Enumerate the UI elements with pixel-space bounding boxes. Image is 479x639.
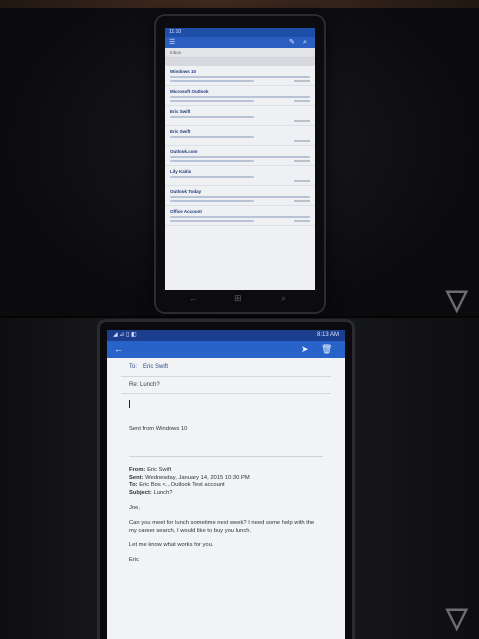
- from-value: Eric Swift: [147, 467, 172, 473]
- subject-field[interactable]: Re: Lunch?: [121, 377, 331, 394]
- to-value: Eric Bos <...Outlook Test account: [139, 482, 225, 489]
- inbox-item-2[interactable]: Microsoft Outlook: [165, 86, 315, 106]
- to-label: To:: [129, 482, 138, 489]
- item-date: [294, 120, 310, 122]
- phone-compose: ◢ ⊿ ▯ ◧ 8:13 AM ← ➤ 🗑 To: Eric Swift Re:…: [100, 322, 352, 639]
- inbox-item-5[interactable]: Outlook.com: [165, 146, 315, 166]
- watermark-logo-icon: ▽: [446, 602, 468, 633]
- phone-inbox: 11:10 ☰ ✎ ⌕ Inbox Windows 10 Microsoft O…: [156, 16, 324, 312]
- item-date: [294, 220, 310, 222]
- sender-name: Eric Swift: [170, 109, 191, 114]
- item-date: [294, 80, 310, 82]
- back-arrow-icon[interactable]: ←: [114, 345, 123, 354]
- signal-icon: ◢ ⊿ ▯ ◧: [113, 332, 137, 338]
- sender-name: Office Account: [170, 209, 202, 214]
- status-bar: 11:10: [165, 28, 315, 37]
- sent-label: Sent:: [129, 474, 144, 481]
- preview-line: [170, 200, 254, 202]
- preview-line: [170, 116, 254, 118]
- compose-screen: ◢ ⊿ ▯ ◧ 8:13 AM ← ➤ 🗑 To: Eric Swift Re:…: [107, 330, 345, 639]
- compose-app-bar: ← ➤ 🗑: [107, 341, 345, 358]
- preview-line: [170, 196, 310, 198]
- preview-line: [170, 156, 310, 158]
- from-label: From:: [129, 467, 146, 473]
- search-icon[interactable]: ⌕: [303, 39, 307, 46]
- top-photo: 11:10 ☰ ✎ ⌕ Inbox Windows 10 Microsoft O…: [0, 0, 479, 318]
- send-icon[interactable]: ➤: [301, 345, 309, 354]
- quoted-body-paragraph: Can you meet for lunch sometime next wee…: [129, 519, 315, 534]
- preview-line: [170, 136, 254, 138]
- to-recipient: Eric Swift: [143, 364, 169, 370]
- preview-line: [170, 220, 254, 222]
- to-label: To:: [129, 364, 138, 370]
- quoted-header: From: Eric Swift Sent: Wednesday, Januar…: [107, 457, 345, 497]
- windows-icon[interactable]: ⊞: [234, 294, 242, 303]
- phone-nav-bar: ← ⊞ ⌕: [165, 292, 315, 306]
- subject-label: Subject:: [129, 489, 152, 496]
- inbox-app-bar: ☰ ✎ ⌕: [165, 37, 315, 48]
- preview-line: [170, 96, 310, 98]
- sent-value: Wednesday, January 14, 2015 10:30 PM: [145, 474, 250, 481]
- delete-icon[interactable]: 🗑: [321, 345, 332, 354]
- folder-filter-bar: [165, 58, 315, 66]
- preview-line: [170, 100, 254, 102]
- quoted-sent-row: Sent: Wednesday, January 14, 2015 10:30 …: [129, 475, 323, 483]
- to-field[interactable]: To: Eric Swift: [121, 358, 331, 377]
- inbox-item-3[interactable]: Eric Swift: [165, 106, 315, 126]
- text-caret: [129, 400, 130, 408]
- preview-line: [170, 216, 310, 218]
- quoted-to-row: To: Eric Bos <...Outlook Test account: [129, 482, 323, 490]
- item-date: [294, 100, 310, 102]
- hamburger-icon[interactable]: ☰: [169, 39, 175, 46]
- bottom-photo: ◢ ⊿ ▯ ◧ 8:13 AM ← ➤ 🗑 To: Eric Swift Re:…: [0, 318, 479, 639]
- inbox-item-6[interactable]: Lily Kaitis: [165, 166, 315, 186]
- item-date: [294, 180, 310, 182]
- sender-name: Microsoft Outlook: [170, 89, 209, 94]
- quoted-body-paragraph: Let me know what works for you.: [129, 542, 214, 549]
- status-time: 8:13 AM: [316, 332, 339, 338]
- search-icon[interactable]: ⌕: [281, 294, 286, 303]
- sender-name: Outlook.com: [170, 149, 198, 154]
- quoted-greeting: Joe,: [129, 505, 140, 512]
- inbox-item-4[interactable]: Eric Swift: [165, 126, 315, 146]
- body-editor[interactable]: [107, 394, 345, 426]
- inbox-item-7[interactable]: Outlook Today: [165, 186, 315, 206]
- compose-icon[interactable]: ✎: [289, 39, 295, 46]
- preview-line: [170, 76, 310, 78]
- item-date: [294, 160, 310, 162]
- preview-line: [170, 160, 254, 162]
- watermark-logo-icon: ▽: [446, 284, 468, 315]
- top-light-strip: [0, 0, 479, 8]
- item-date: [294, 140, 310, 142]
- inbox-item-1[interactable]: Windows 10: [165, 66, 315, 86]
- signature-block: Sent from Windows 10: [107, 426, 345, 456]
- inbox-item-8[interactable]: Office Account: [165, 206, 315, 226]
- status-time: 11:10: [169, 29, 182, 35]
- status-bar: ◢ ⊿ ▯ ◧ 8:13 AM: [107, 330, 345, 341]
- folder-title: Inbox: [165, 48, 315, 58]
- subject-value: Lunch?: [153, 489, 173, 496]
- inbox-screen: 11:10 ☰ ✎ ⌕ Inbox Windows 10 Microsoft O…: [165, 28, 315, 290]
- preview-line: [170, 80, 254, 82]
- quoted-signoff: Eric: [129, 556, 139, 563]
- preview-line: [170, 176, 254, 178]
- sender-name: Eric Swift: [170, 129, 191, 134]
- sender-name: Lily Kaitis: [170, 169, 192, 174]
- item-date: [294, 200, 310, 202]
- sender-name: Outlook Today: [170, 189, 202, 194]
- sender-name: Windows 10: [170, 69, 196, 74]
- quoted-from-row: From: Eric Swift: [129, 467, 323, 475]
- quoted-subject-row: Subject: Lunch?: [129, 490, 323, 498]
- back-icon[interactable]: ←: [189, 294, 198, 303]
- subject-value: Re: Lunch?: [129, 382, 160, 388]
- signature-text: Sent from Windows 10: [129, 426, 188, 432]
